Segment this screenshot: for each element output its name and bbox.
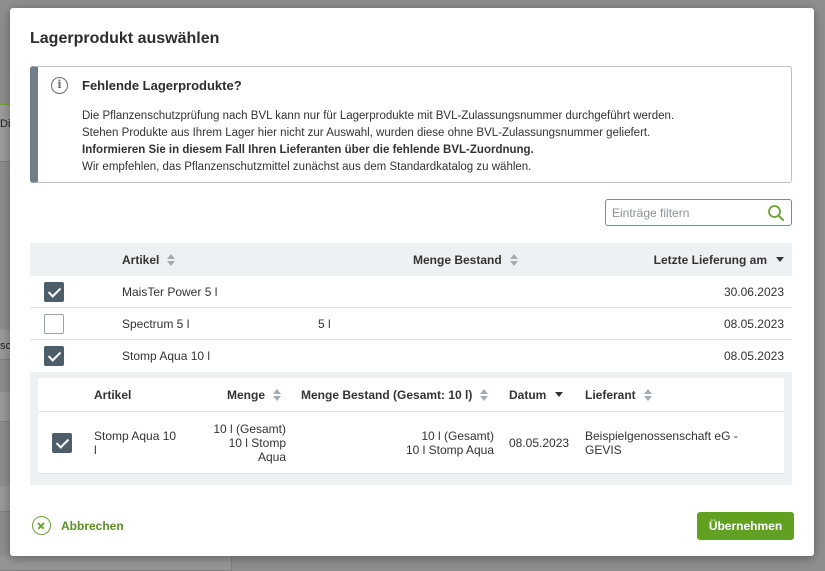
background-panel <box>0 392 10 422</box>
confirm-button[interactable]: Übernehmen <box>697 512 794 540</box>
subcell-menge-line: 10 l Stomp <box>228 435 286 450</box>
row-checkbox[interactable] <box>44 313 64 334</box>
cell-artikel: Stomp Aqua 10 l <box>122 349 211 363</box>
info-icon: i <box>51 77 68 94</box>
search-icon[interactable] <box>767 204 785 222</box>
column-header-label: Lieferant <box>585 387 636 402</box>
info-text: Die Pflanzenschutzprüfung nach BVL kann … <box>82 108 674 176</box>
sort-desc-icon[interactable] <box>776 257 784 262</box>
subcolumn-header-lieferant[interactable]: Lieferant <box>585 378 653 411</box>
row-checkbox[interactable] <box>44 281 64 302</box>
subcell-artikel-line: Stomp Aqua 10 <box>94 428 177 443</box>
subcell-lieferant-line: GEVIS <box>585 442 622 457</box>
cell-artikel: MaisTer Power 5 l <box>122 284 218 299</box>
table-row[interactable]: Stomp Aqua 10 l 08.05.2023 <box>30 340 792 372</box>
row-checkbox[interactable] <box>44 346 64 366</box>
column-header-label: Menge <box>227 387 266 402</box>
table-header: Artikel Menge Bestand Letzte Lieferung a… <box>30 243 792 276</box>
column-header-label: Artikel <box>122 252 160 267</box>
subcolumn-header-menge[interactable]: Menge <box>227 378 282 411</box>
subcolumn-header-datum[interactable]: Datum <box>509 378 564 411</box>
info-box: i Fehlende Lagerprodukte? Die Pflanzensc… <box>30 66 792 183</box>
subcell-bestand-line: 10 l Stomp Aqua <box>405 442 494 457</box>
subcell-menge-line: Aqua <box>257 449 286 464</box>
sort-icon[interactable] <box>643 388 653 401</box>
column-header-label: Datum <box>509 387 547 402</box>
subtable-header: Artikel Menge Menge Bestand (Gesamt: 10 … <box>38 378 784 412</box>
cell-artikel: Spectrum 5 l <box>122 316 190 331</box>
info-line: Stehen Produkte aus Ihrem Lager hier nic… <box>82 127 651 139</box>
background-footer <box>0 556 232 571</box>
subtable-row[interactable]: Stomp Aqua 10 l 10 l (Gesamt) 10 l Stomp… <box>38 412 784 474</box>
subcell-menge-line: 10 l (Gesamt) <box>213 421 286 436</box>
sort-icon[interactable] <box>480 388 489 401</box>
column-header-menge-bestand[interactable]: Menge Bestand <box>413 243 519 276</box>
info-line-emphasis: Informieren Sie in diesem Fall Ihren Lie… <box>82 144 534 156</box>
subcell-bestand-line: 10 l (Gesamt) <box>421 428 494 443</box>
dialog-title: Lagerprodukt auswählen <box>30 30 220 47</box>
background-panel <box>0 104 10 162</box>
subcell-menge-bestand: 10 l (Gesamt) 10 l Stomp Aqua <box>301 412 494 473</box>
column-header-artikel[interactable]: Artikel <box>122 243 176 276</box>
background-panel <box>0 486 10 512</box>
table-row[interactable]: MaisTer Power 5 l 30.06.2023 <box>30 276 792 308</box>
subcell-artikel: Stomp Aqua 10 l <box>94 412 189 473</box>
column-header-label: Menge Bestand <box>413 252 502 267</box>
table-row[interactable]: Spectrum 5 l 5 l 08.05.2023 <box>30 308 792 340</box>
column-header-label: Letzte Lieferung am <box>653 252 767 267</box>
column-header-letzte-lieferung[interactable]: Letzte Lieferung am <box>654 243 784 276</box>
info-line: Die Pflanzenschutzprüfung nach BVL kann … <box>82 110 675 122</box>
subrow-checkbox[interactable] <box>52 432 72 453</box>
sort-desc-icon[interactable] <box>555 392 564 397</box>
info-heading: Fehlende Lagerprodukte? <box>82 78 242 93</box>
cell-letzte-lieferung: 30.06.2023 <box>723 284 784 299</box>
sort-icon[interactable] <box>273 388 282 401</box>
filter-field[interactable] <box>605 199 792 226</box>
product-select-dialog: Lagerprodukt auswählen i Fehlende Lagerp… <box>10 8 814 556</box>
subcell-menge: 10 l (Gesamt) 10 l Stomp Aqua <box>198 412 286 473</box>
subcell-lieferant: Beispielgenossenschaft eG - GEVIS <box>585 412 738 473</box>
info-line: Wir empfehlen, das Pflanzenschutzmittel … <box>82 161 532 173</box>
cancel-label: Abbrechen <box>61 518 124 533</box>
product-table: Artikel Menge Bestand Letzte Lieferung a… <box>30 243 792 485</box>
filter-input[interactable] <box>612 204 762 222</box>
subcolumn-header-menge-bestand[interactable]: Menge Bestand (Gesamt: 10 l) <box>301 378 489 411</box>
cell-menge-bestand: 5 l <box>318 316 331 331</box>
close-circle-icon[interactable] <box>32 516 51 535</box>
row-detail-panel: Artikel Menge Menge Bestand (Gesamt: 10 … <box>30 372 792 485</box>
column-header-label: Menge Bestand (Gesamt: 10 l) <box>301 387 473 402</box>
cancel-button[interactable]: Abbrechen <box>32 516 124 535</box>
subcolumn-header-artikel[interactable]: Artikel <box>94 378 131 411</box>
cell-letzte-lieferung: 08.05.2023 <box>723 316 784 331</box>
sort-icon[interactable] <box>167 253 176 266</box>
subcell-lieferant-line: Beispielgenossenschaft eG - <box>585 428 738 443</box>
subcell-artikel-line: l <box>94 442 97 457</box>
sort-icon[interactable] <box>509 253 519 266</box>
cell-letzte-lieferung: 08.05.2023 <box>723 349 784 363</box>
subcell-datum: 08.05.2023 <box>509 435 570 450</box>
delivery-subtable: Artikel Menge Menge Bestand (Gesamt: 10 … <box>38 378 784 474</box>
